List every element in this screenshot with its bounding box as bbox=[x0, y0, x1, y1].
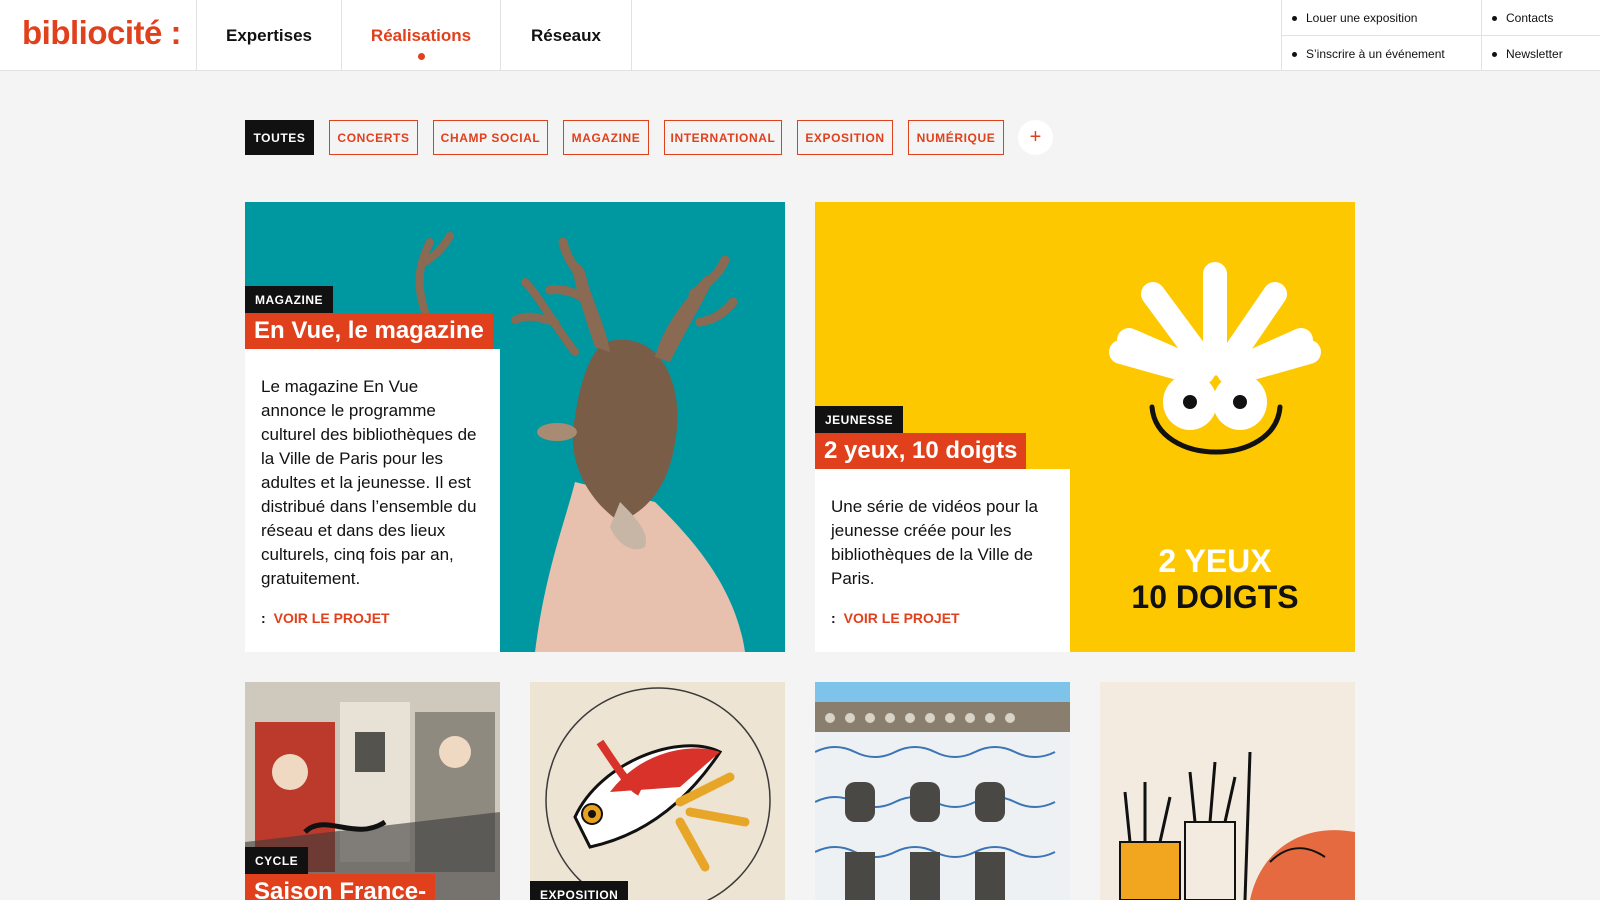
active-indicator-dot bbox=[418, 53, 425, 60]
category-badge: EXPOSITION bbox=[530, 881, 629, 900]
nav-realisations[interactable]: Réalisations bbox=[342, 0, 500, 71]
link-contacts[interactable]: Contacts bbox=[1492, 0, 1553, 36]
link-inscrire-evenement[interactable]: S’inscrire à un événement bbox=[1292, 36, 1445, 72]
filter-exposition[interactable]: EXPOSITION bbox=[797, 120, 893, 155]
project-card-en-vue[interactable]: MAGAZINE En Vue, le magazine Le magazine… bbox=[245, 202, 785, 652]
logo[interactable]: bibliocité : bbox=[22, 14, 182, 52]
bullet-icon bbox=[1492, 15, 1497, 21]
card-title[interactable]: En Vue, le magazine bbox=[245, 313, 493, 349]
link-label: VOIR LE PROJET bbox=[843, 610, 960, 626]
more-filters-button[interactable]: + bbox=[1018, 120, 1053, 155]
filter-numerique[interactable]: NUMÉRIQUE bbox=[908, 120, 1004, 155]
voir-le-projet-link[interactable]: : VOIR LE PROJET bbox=[261, 610, 390, 626]
nav-label: Expertises bbox=[226, 25, 312, 45]
link-newsletter[interactable]: Newsletter bbox=[1492, 36, 1563, 72]
link-prefix: : bbox=[261, 610, 266, 626]
filter-concerts[interactable]: CONCERTS bbox=[329, 120, 418, 155]
filter-magazine[interactable]: MAGAZINE bbox=[563, 120, 649, 155]
filter-champ-social[interactable]: CHAMP SOCIAL bbox=[433, 120, 548, 155]
link-louer-exposition[interactable]: Louer une exposition bbox=[1292, 0, 1417, 36]
bullet-icon bbox=[1492, 51, 1497, 57]
card-body: Une série de vidéos pour la jeunesse cré… bbox=[815, 469, 1070, 652]
nav-label: Réseaux bbox=[531, 25, 601, 45]
card-title[interactable]: Saison France- bbox=[245, 874, 436, 900]
link-label: S’inscrire à un événement bbox=[1306, 47, 1445, 61]
project-card-2-yeux[interactable]: 2 YEUX 10 DOIGTS JEUNESSE 2 yeux, 10 doi… bbox=[815, 202, 1355, 652]
card-description: Le magazine En Vue annonce le programme … bbox=[261, 377, 477, 588]
image-caption-line2: 10 DOIGTS bbox=[1131, 579, 1298, 615]
nav-label: Réalisations bbox=[370, 25, 472, 45]
image-caption-line1: 2 YEUX bbox=[1158, 543, 1272, 579]
card-title[interactable]: 2 yeux, 10 doigts bbox=[815, 433, 1027, 469]
project-card-brushes[interactable] bbox=[1100, 682, 1355, 900]
card-description: Une série de vidéos pour la jeunesse cré… bbox=[831, 497, 1038, 588]
card-body: Le magazine En Vue annonce le programme … bbox=[245, 349, 500, 652]
site-header: bibliocité : Expertises Réalisations Rés… bbox=[0, 0, 1600, 71]
link-label: Louer une exposition bbox=[1306, 11, 1418, 25]
project-card-fish[interactable]: EXPOSITION bbox=[530, 682, 785, 900]
fish-illustration-image bbox=[545, 687, 771, 900]
filter-international[interactable]: INTERNATIONAL bbox=[664, 120, 782, 155]
nav-reseaux[interactable]: Réseaux bbox=[501, 0, 631, 71]
link-label: VOIR LE PROJET bbox=[273, 610, 390, 626]
project-card-saison[interactable]: CYCLE Saison France- bbox=[245, 682, 500, 900]
nav-expertises[interactable]: Expertises bbox=[197, 0, 341, 71]
category-badge: MAGAZINE bbox=[245, 286, 333, 313]
project-card-azulejo[interactable] bbox=[815, 682, 1070, 900]
art-brushes-image bbox=[1119, 751, 1355, 900]
category-badge: JEUNESSE bbox=[815, 406, 904, 433]
bullet-icon bbox=[1292, 15, 1297, 21]
link-label: Contacts bbox=[1506, 11, 1554, 25]
nav-divider bbox=[631, 0, 632, 71]
bullet-icon bbox=[1292, 51, 1297, 57]
filter-toutes[interactable]: TOUTES bbox=[245, 120, 314, 155]
link-label: Newsletter bbox=[1506, 47, 1563, 61]
category-badge: CYCLE bbox=[245, 847, 309, 874]
link-prefix: : bbox=[831, 610, 836, 626]
azulejo-building-image bbox=[815, 682, 1070, 900]
voir-le-projet-link[interactable]: : VOIR LE PROJET bbox=[831, 610, 960, 626]
